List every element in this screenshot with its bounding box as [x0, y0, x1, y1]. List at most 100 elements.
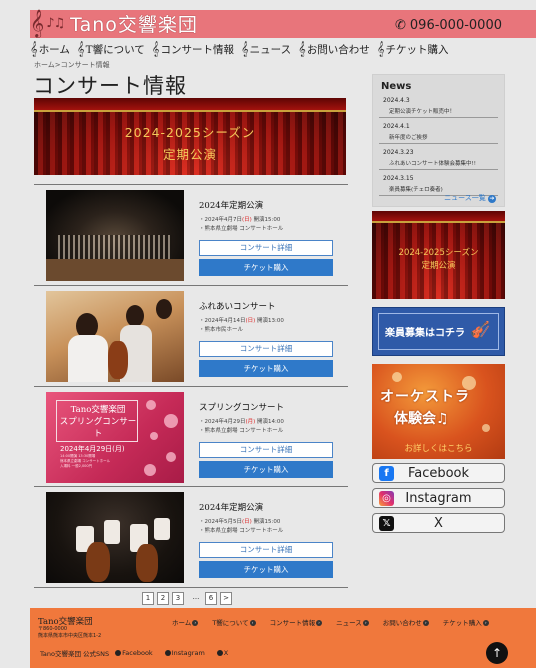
nav-label: T響について [85, 44, 145, 56]
poster-date: 2024年4月29日(月) [60, 445, 125, 453]
recruit-banner[interactable]: 楽員募集はコチラ 🎻 [372, 307, 505, 356]
concert-item: ふれあいコンサート ・2024年4月14日(日) 開演13:00 ・熊本市民ホー… [34, 285, 348, 386]
concert-detail-button[interactable]: コンサート詳細 [199, 341, 333, 357]
cherry-blossom [166, 452, 176, 462]
concert-photo[interactable] [46, 190, 184, 281]
musician-shirt [68, 335, 108, 382]
nav-label: ニュース [249, 44, 292, 56]
page-next[interactable]: > [220, 592, 232, 605]
buy-ticket-button[interactable]: チケット購入 [199, 360, 333, 377]
nav-item-about[interactable]: 𝄞 T響について [77, 42, 145, 57]
concert-item: Tano交響楽団 スプリングコンサート 2024年4月29日(月) 14:00開… [34, 386, 348, 487]
concert-photo[interactable] [46, 291, 184, 382]
concert-venue: ・熊本県立劇場 コンサートホール [199, 428, 284, 434]
hero-line2: 定期公演 [162, 147, 217, 162]
instagram-label: Instagram [405, 490, 472, 506]
cherry-blossom [146, 400, 156, 410]
x-icon: 𝕏 [379, 516, 394, 531]
footer-sns: Tano交響楽団 公式SNS Facebook Instagram X [40, 648, 240, 658]
page-3[interactable]: 3 [172, 592, 184, 605]
footer-nav-concerts[interactable]: コンサート情報 › [270, 617, 323, 627]
site-name: Tano交響楽団 [70, 13, 198, 36]
header-phone[interactable]: ✆ 096-000-0000 [395, 18, 502, 33]
arrow-right-icon: › [422, 620, 429, 626]
nav-item-tickets[interactable]: 𝄞 チケット購入 [377, 42, 449, 57]
news-title: News [381, 81, 412, 92]
footer-nav-home[interactable]: ホーム › [172, 617, 199, 627]
footer-instagram-link[interactable]: Instagram [164, 649, 211, 657]
footer: Tano交響楽団 〒860-0000 熊本県熊本市中央区熊本1-2 ホーム › T… [30, 608, 536, 668]
concert-info: 2024年定期公演 ・2024年5月5日(日) 開演15:00 ・熊本県立劇場 … [199, 501, 335, 578]
concert-info: 2024年定期公演 ・2024年4月7日(日) 開演15:00 ・熊本県立劇場 … [199, 199, 335, 276]
nav-item-home[interactable]: 𝄞 ホーム [30, 42, 70, 57]
news-date: 2024.4.3 [383, 97, 410, 104]
concert-date: ・2024年4月14日(日) 開演13:00 [199, 318, 284, 324]
page-title: コンサート情報 [33, 74, 187, 98]
news-item[interactable]: 2024.3.23 ふれあいコンサート体験会募集中!! [379, 144, 498, 170]
concert-detail-button[interactable]: コンサート詳細 [199, 240, 333, 256]
trial-line2: 体験会♫ [394, 411, 449, 427]
concert-detail-button[interactable]: コンサート詳細 [199, 442, 333, 458]
arrow-right-icon: ➔ [488, 195, 496, 203]
treble-clef-icon: 𝄞 [298, 42, 306, 57]
treble-clef-icon: 𝄞 [376, 42, 385, 57]
musician-shirt [154, 518, 170, 540]
music-notes-icon: ♪♫ [46, 15, 65, 31]
concert-photo[interactable] [46, 492, 184, 583]
concert-item: 2024年定期公演 ・2024年5月5日(日) 開演15:00 ・熊本県立劇場 … [34, 486, 348, 587]
concert-title: 2024年定期公演 [199, 503, 264, 513]
nav-item-concerts[interactable]: 𝄞 コンサート情報 [152, 42, 234, 57]
arrow-right-icon: › [482, 620, 489, 626]
footer-nav-news[interactable]: ニュース › [336, 617, 369, 627]
arrow-right-icon: › [362, 620, 369, 626]
nav-label: ホーム [38, 44, 70, 56]
buy-ticket-button[interactable]: チケット購入 [199, 259, 333, 276]
instagram-button[interactable]: ◎ Instagram [372, 488, 505, 508]
bokeh-dot [482, 424, 490, 432]
buy-ticket-button[interactable]: チケット購入 [199, 561, 333, 578]
footer-nav-contact[interactable]: お問い合わせ › [383, 617, 429, 627]
news-item[interactable]: 2024.4.1 新年度のご挨拶 [379, 118, 498, 144]
season-hero-banner: 2024-2025シーズン 定期公演 [34, 98, 346, 175]
buy-ticket-button[interactable]: チケット購入 [199, 461, 333, 478]
facebook-button[interactable]: f Facebook [372, 463, 505, 483]
page-1[interactable]: 1 [142, 592, 154, 605]
x-icon [216, 650, 223, 656]
concert-venue: ・熊本市民ホール [199, 327, 244, 333]
news-date: 2024.4.1 [383, 123, 410, 130]
nav-item-contact[interactable]: 𝄞 お問い合わせ [298, 42, 370, 57]
nav-label: コンサート情報 [160, 44, 234, 56]
arrow-right-icon: › [249, 620, 256, 626]
news-text: ふれあいコンサート体験会募集中!! [389, 161, 476, 167]
stage-floor [46, 259, 184, 281]
instagram-icon [164, 650, 171, 656]
poster-title: Tano交響楽団 スプリングコンサート [59, 405, 137, 439]
news-list-link[interactable]: ニュース一覧 ➔ [444, 193, 496, 203]
sns-title: Tano交響楽団 公式SNS [40, 650, 110, 658]
news-text: 定期公演チケット販売中！ [389, 109, 456, 115]
footer-nav-tickets[interactable]: チケット購入 › [443, 617, 489, 627]
footer-x-link[interactable]: X [216, 649, 234, 657]
back-to-top-button[interactable]: ↑ [486, 642, 508, 664]
page-6[interactable]: 6 [205, 592, 217, 605]
footer-nav-about[interactable]: T響について › [212, 617, 256, 627]
news-text: 新年度のご挨拶 [389, 135, 428, 141]
main-nav: 𝄞 ホーム 𝄞 T響について 𝄞 コンサート情報 𝄞 ニュース 𝄞 お問い合わせ… [30, 42, 500, 57]
concert-poster[interactable]: Tano交響楽団 スプリングコンサート 2024年4月29日(月) 14:00開… [46, 392, 184, 483]
season-banner[interactable]: 2024-2025シーズン 定期公演 [372, 211, 505, 299]
concert-info: スプリングコンサート ・2024年4月29日(月) 開演14:00 ・熊本県立劇… [199, 401, 335, 478]
concert-venue: ・熊本県立劇場 コンサートホール [199, 226, 284, 232]
page-2[interactable]: 2 [157, 592, 169, 605]
footer-facebook-link[interactable]: Facebook [115, 649, 159, 657]
nav-item-news[interactable]: 𝄞 ニュース [241, 42, 291, 57]
x-button[interactable]: 𝕏 X [372, 513, 505, 533]
footer-nav: ホーム › T響について › コンサート情報 › ニュース › お問い合わせ › チケット… [172, 617, 503, 627]
concert-detail-button[interactable]: コンサート詳細 [199, 542, 333, 558]
news-item[interactable]: 2024.4.3 定期公演チケット販売中！ [379, 92, 498, 118]
trial-banner[interactable]: オーケストラ 体験会♫ お詳しくはこちら [372, 364, 505, 459]
musician-head [156, 299, 172, 319]
site-logo[interactable]: 𝄞 ♪♫ Tano交響楽団 [30, 8, 198, 38]
breadcrumb[interactable]: ホーム>コンサート情報 [34, 60, 110, 70]
nav-label: お問い合わせ [306, 44, 370, 56]
phone-icon: ✆ [395, 18, 406, 33]
